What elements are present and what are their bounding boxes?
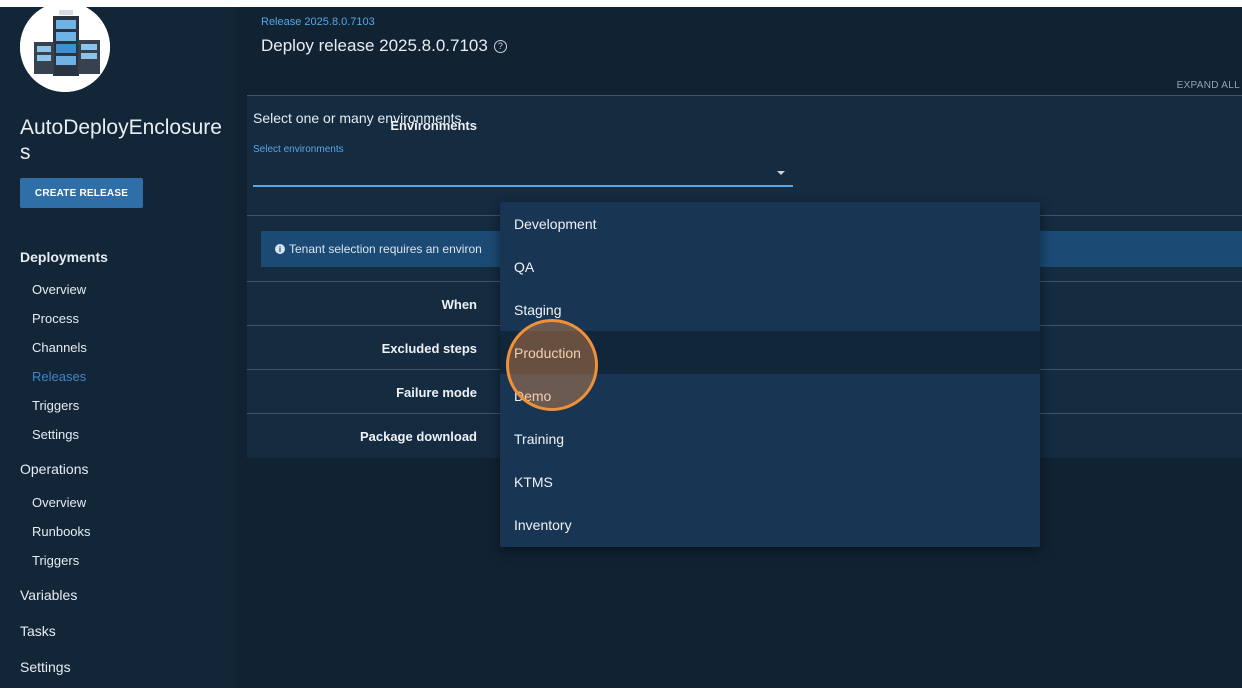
page-title: Deploy release 2025.8.0.7103 ?: [261, 36, 507, 56]
nav-item-runbooks[interactable]: Runbooks: [32, 524, 91, 539]
nav-item-tasks[interactable]: Tasks: [20, 623, 56, 639]
help-icon[interactable]: ?: [493, 39, 507, 53]
nav-item-releases[interactable]: Releases: [32, 369, 86, 384]
option-training[interactable]: Training: [500, 417, 1040, 460]
option-qa[interactable]: QA: [500, 245, 1040, 288]
divider: [247, 95, 1242, 96]
nav-item-operations-overview[interactable]: Overview: [32, 495, 86, 510]
option-ktms[interactable]: KTMS: [500, 460, 1040, 503]
nav-heading-operations[interactable]: Operations: [20, 461, 88, 477]
app-window: AutoDeployEnclosures CREATE RELEASE Depl…: [0, 7, 1242, 688]
option-development[interactable]: Development: [500, 202, 1040, 245]
nav-item-settings[interactable]: Settings: [20, 659, 71, 675]
tenant-info-text: Tenant selection requires an environ: [289, 242, 482, 256]
option-production[interactable]: Production: [500, 331, 1040, 374]
nav-item-variables[interactable]: Variables: [20, 587, 77, 603]
server-rack-icon: [20, 7, 110, 92]
nav-item-deployments-settings[interactable]: Settings: [32, 427, 79, 442]
create-release-button[interactable]: CREATE RELEASE: [20, 178, 143, 208]
nav-item-operations-triggers[interactable]: Triggers: [32, 553, 79, 568]
package-download-label[interactable]: Package download: [360, 429, 477, 444]
select-environments-label: Select environments: [253, 144, 344, 155]
nav-item-deployments-overview[interactable]: Overview: [32, 282, 86, 297]
when-label[interactable]: When: [442, 297, 477, 312]
breadcrumb[interactable]: Release 2025.8.0.7103: [261, 16, 375, 28]
environments-dropdown: Development QA Staging Production Demo T…: [500, 202, 1040, 547]
page-title-text: Deploy release 2025.8.0.7103: [261, 36, 488, 55]
nav-item-deployments-triggers[interactable]: Triggers: [32, 398, 79, 413]
environments-prompt: Select one or many environments: [253, 110, 462, 126]
option-demo[interactable]: Demo: [500, 374, 1040, 417]
project-name: AutoDeployEnclosures: [20, 116, 222, 164]
excluded-steps-label[interactable]: Excluded steps: [382, 341, 477, 356]
nav-heading-deployments[interactable]: Deployments: [20, 249, 108, 265]
sidebar: AutoDeployEnclosures CREATE RELEASE Depl…: [0, 7, 236, 688]
failure-mode-label[interactable]: Failure mode: [396, 385, 477, 400]
option-staging[interactable]: Staging: [500, 288, 1040, 331]
info-icon: i: [275, 244, 285, 254]
nav-item-channels[interactable]: Channels: [32, 340, 87, 355]
caret-down-icon[interactable]: [777, 171, 785, 175]
expand-all-button[interactable]: EXPAND ALL: [1177, 80, 1240, 91]
project-avatar: [20, 7, 110, 92]
environments-select[interactable]: [253, 159, 793, 187]
option-inventory[interactable]: Inventory: [500, 503, 1040, 546]
nav-item-process[interactable]: Process: [32, 311, 79, 326]
